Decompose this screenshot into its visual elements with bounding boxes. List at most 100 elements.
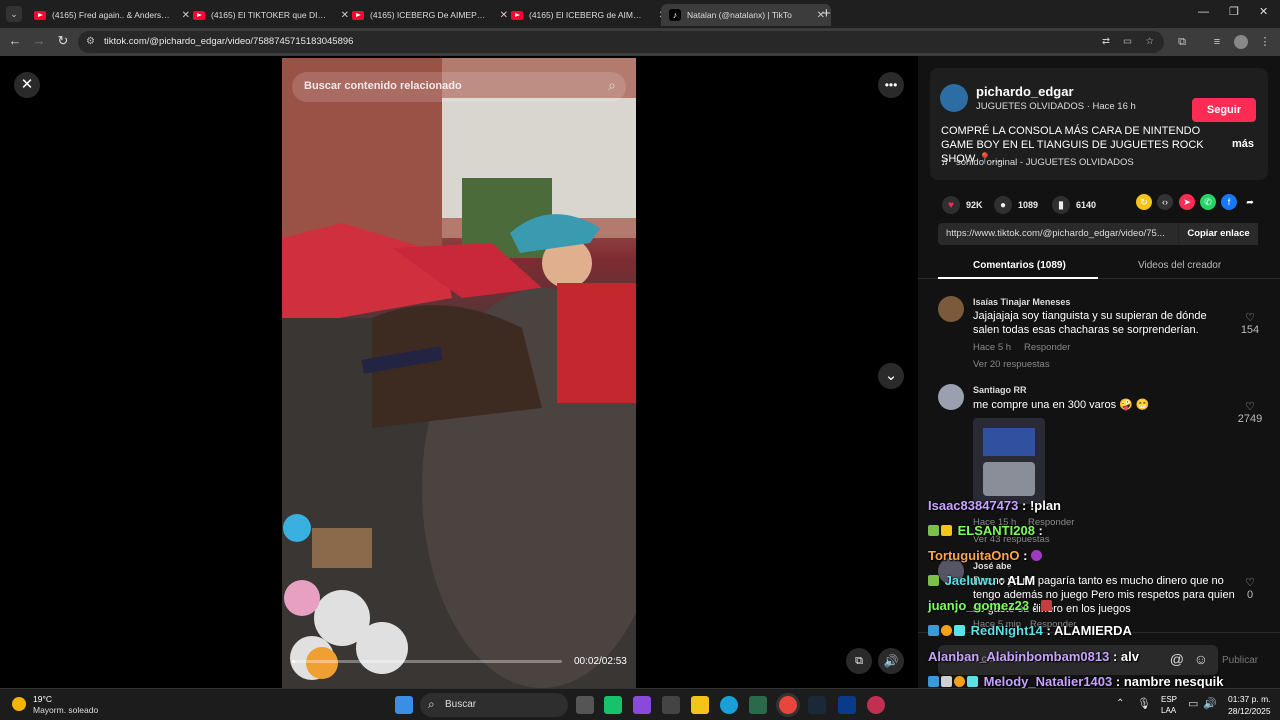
- more-options-button[interactable]: •••: [878, 72, 904, 98]
- send-icon[interactable]: ➤: [1179, 194, 1195, 210]
- store-icon[interactable]: [662, 696, 680, 714]
- emote-icon: [1040, 600, 1052, 611]
- bookmark-star-icon[interactable]: ☆: [1145, 31, 1154, 53]
- app-icon[interactable]: [867, 696, 885, 714]
- sound-link[interactable]: sonido original - JUGUETES OLVIDADOS: [956, 157, 1134, 168]
- browser-tab[interactable]: (4165) Fred again.. & Anderson ✕: [26, 4, 196, 26]
- whatsapp-icon[interactable]: ✆: [1200, 194, 1216, 210]
- share-link-field[interactable]: https://www.tiktok.com/@pichardo_edgar/v…: [938, 223, 1258, 245]
- chat-message: TortuguitaOnO :: [928, 548, 1044, 563]
- publish-button[interactable]: Publicar: [1222, 655, 1258, 666]
- task-view-icon[interactable]: [576, 696, 594, 714]
- copilot-icon[interactable]: [633, 696, 651, 714]
- video-frame: [282, 58, 636, 688]
- save-action[interactable]: ▮ 6140: [1052, 196, 1096, 214]
- badge-icon: [928, 575, 939, 586]
- commenter-name[interactable]: Santiago RR: [973, 385, 1027, 395]
- embed-icon[interactable]: ‹›: [1157, 194, 1173, 210]
- edge-icon[interactable]: [720, 696, 738, 714]
- share-icon[interactable]: ➦: [1242, 194, 1258, 210]
- emoji-icon[interactable]: ☺: [1194, 651, 1208, 667]
- browser-tab-active[interactable]: ♪ Natalan (@natalanx) | TikTo ✕: [661, 4, 831, 26]
- chrome-icon[interactable]: [779, 696, 797, 714]
- minimize-button[interactable]: —: [1198, 6, 1209, 18]
- back-button[interactable]: ←: [6, 33, 24, 48]
- browser-tab[interactable]: (4165) El TIKTOKER que DICE S ✕: [185, 4, 355, 26]
- app-icon[interactable]: [838, 696, 856, 714]
- reload-button[interactable]: ↻: [54, 33, 72, 49]
- url-field[interactable]: ⚙ tiktok.com/@pichardo_edgar/video/75887…: [78, 31, 1164, 53]
- app-icon[interactable]: [749, 696, 767, 714]
- creator-avatar[interactable]: [940, 84, 968, 112]
- chat-username: Jaeluwu: [944, 573, 996, 588]
- windows-start-icon[interactable]: [395, 696, 413, 714]
- reading-list-icon[interactable]: ≡: [1210, 35, 1224, 49]
- translate-icon[interactable]: ⇄: [1102, 31, 1110, 53]
- search-icon[interactable]: ⌕: [608, 77, 616, 94]
- youtube-icon: [352, 10, 364, 20]
- tab-search-button[interactable]: ⌄: [6, 6, 22, 22]
- chat-text: ALAMIERDA: [1053, 623, 1132, 638]
- more-link[interactable]: más: [1232, 138, 1254, 150]
- steam-icon[interactable]: [808, 696, 826, 714]
- creator-username[interactable]: pichardo_edgar: [976, 84, 1074, 99]
- crown-icon: [941, 525, 952, 536]
- browser-tab[interactable]: (4165) ICEBERG De AIMEP3 (En ✕: [344, 4, 514, 26]
- commenter-avatar[interactable]: [938, 296, 964, 322]
- app-icon[interactable]: [604, 696, 622, 714]
- weather-widget[interactable]: 19°C Mayorm. soleado: [12, 694, 122, 716]
- browser-tab-bar: ⌄ (4165) Fred again.. & Anderson ✕ (4165)…: [0, 0, 1280, 28]
- microphone-icon[interactable]: 🎙: [1137, 697, 1151, 710]
- comment-like[interactable]: ♡ 154: [1235, 311, 1265, 336]
- follow-button[interactable]: Seguir: [1192, 98, 1256, 122]
- maximize-button[interactable]: ❐: [1229, 5, 1239, 18]
- pip-button[interactable]: ⧉: [846, 648, 872, 674]
- comment-text: me compre una en 300 varos 🤪 😁: [973, 399, 1150, 411]
- view-replies-button[interactable]: Ver 20 respuestas: [973, 359, 1050, 370]
- reply-button[interactable]: Responder: [1024, 342, 1070, 353]
- volume-icon[interactable]: 🔊: [1203, 697, 1217, 710]
- related-search-field[interactable]: Buscar contenido relacionado ⌕: [292, 72, 626, 102]
- commenter-avatar[interactable]: [938, 384, 964, 410]
- tab-creator-videos[interactable]: Videos del creador: [1138, 260, 1221, 271]
- forward-button[interactable]: →: [30, 33, 48, 48]
- clock-date[interactable]: 28/12/2025: [1228, 706, 1271, 716]
- new-tab-button[interactable]: +: [822, 5, 831, 22]
- facebook-icon[interactable]: f: [1221, 194, 1237, 210]
- heart-outline-icon: ♡: [1245, 312, 1255, 324]
- language-indicator[interactable]: ESP: [1161, 695, 1177, 704]
- comment-action[interactable]: ● 1089: [994, 196, 1038, 214]
- tray-chevron-icon[interactable]: ⌃: [1116, 698, 1124, 709]
- chat-username: Alanban_Alabinbombam0813: [928, 649, 1110, 664]
- like-action[interactable]: ♥ 92K: [942, 196, 983, 214]
- commenter-name[interactable]: Isaías Tinajar Meneses: [973, 297, 1070, 307]
- repost-icon[interactable]: ↻: [1136, 194, 1152, 210]
- network-icon[interactable]: ▭: [1188, 697, 1198, 710]
- clock-time[interactable]: 01:37 p. m.: [1228, 694, 1271, 704]
- comment-like[interactable]: ♡ 0: [1235, 576, 1265, 601]
- heart-outline-icon: ♡: [1245, 577, 1255, 589]
- video-progress-track[interactable]: [292, 660, 562, 663]
- menu-icon[interactable]: ⋮: [1258, 35, 1272, 49]
- close-video-button[interactable]: ✕: [14, 72, 40, 98]
- close-window-button[interactable]: ✕: [1259, 5, 1268, 18]
- volume-button[interactable]: 🔊: [878, 648, 904, 674]
- file-explorer-icon[interactable]: [691, 696, 709, 714]
- comment-like[interactable]: ♡ 2749: [1235, 400, 1265, 425]
- browser-tab[interactable]: (4165) El ICEBERG de AIMEP3 (✕: [503, 4, 673, 26]
- chat-text: !plan: [1029, 498, 1061, 513]
- taskbar: 19°C Mayorm. soleado ⌕ Buscar ⌃ 🎙 ESP LA…: [0, 688, 1280, 720]
- comment-image[interactable]: [973, 418, 1045, 504]
- video-player[interactable]: Buscar contenido relacionado ⌕ 00:02/02:…: [282, 58, 636, 688]
- cast-icon[interactable]: ▭: [1123, 31, 1132, 53]
- copy-link-button[interactable]: Copiar enlace: [1178, 223, 1258, 245]
- mention-icon[interactable]: @: [1170, 651, 1184, 667]
- taskbar-search[interactable]: ⌕ Buscar: [420, 693, 568, 717]
- profile-avatar[interactable]: [1234, 35, 1248, 49]
- site-info-icon[interactable]: ⚙: [86, 31, 95, 53]
- next-video-button[interactable]: ⌄: [878, 363, 904, 389]
- tab-comments[interactable]: Comentarios (1089): [973, 260, 1066, 271]
- video-progress-fill: [292, 660, 296, 663]
- extensions-icon[interactable]: ⧉: [1175, 35, 1189, 49]
- chat-message: Jaeluwu : ALM: [928, 573, 1035, 588]
